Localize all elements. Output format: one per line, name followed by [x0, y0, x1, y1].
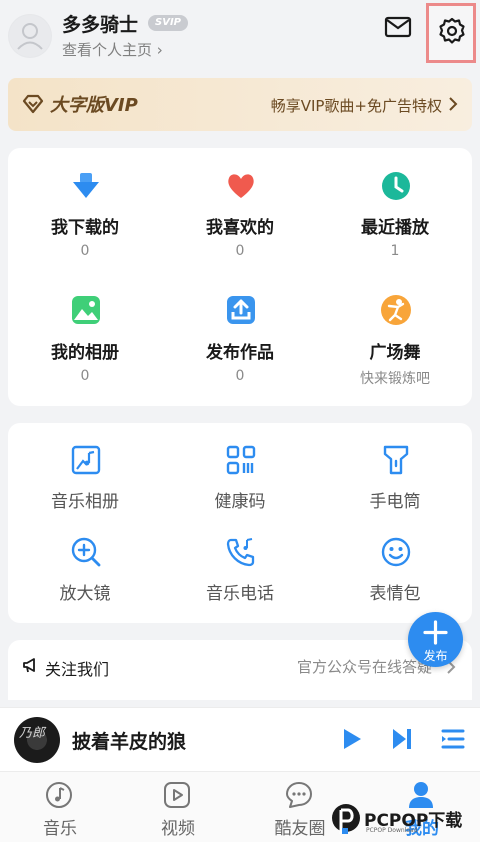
- username[interactable]: 多多骑士: [62, 10, 138, 37]
- publish-fab[interactable]: 发布: [408, 612, 463, 667]
- music-album-icon: [71, 445, 101, 475]
- play-icon[interactable]: [340, 726, 364, 752]
- qr-code-icon: [226, 445, 256, 475]
- tab-label: 音乐: [43, 819, 77, 839]
- tool-label: 音乐电话: [206, 584, 274, 604]
- vip-promo: 畅享VIP歌曲+免广告特权: [270, 97, 442, 115]
- plus-icon: [423, 620, 448, 645]
- next-track-icon[interactable]: [390, 726, 414, 752]
- avatar[interactable]: [8, 14, 52, 58]
- library-count: 0: [235, 243, 245, 259]
- vip-banner[interactable]: 大字版VIP 畅享VIP歌曲+免广告特权: [8, 78, 472, 131]
- mail-button[interactable]: [383, 12, 413, 42]
- library-label: 广场舞: [369, 343, 421, 363]
- library-count: 1: [390, 243, 400, 259]
- settings-button[interactable]: [426, 3, 476, 63]
- library-subtitle: 快来锻炼吧: [360, 371, 430, 387]
- mail-icon: [384, 16, 412, 38]
- library-count: 0: [235, 368, 245, 384]
- library-count: 0: [80, 368, 90, 384]
- upload-icon: [227, 296, 255, 324]
- tool-label: 放大镜: [59, 584, 111, 604]
- magnifier-icon: [71, 537, 101, 567]
- album-cover-text: 乃郎: [19, 726, 46, 741]
- watermark: PCPOP下载 PCPOP Download: [330, 800, 480, 842]
- heart-icon: [228, 174, 254, 198]
- chevron-right-icon: [449, 97, 458, 111]
- follow-us-label: 关注我们: [45, 660, 110, 679]
- library-label: 最近播放: [361, 218, 429, 238]
- video-icon: [164, 782, 190, 808]
- library-label: 我喜欢的: [206, 218, 274, 238]
- library-label: 发布作品: [206, 343, 274, 363]
- gear-icon: [439, 17, 465, 44]
- emoji-icon: [381, 537, 411, 567]
- tool-label: 表情包: [369, 584, 421, 604]
- music-phone-icon: [226, 538, 255, 567]
- music-note-icon: [46, 782, 72, 808]
- tool-label: 健康码: [214, 492, 266, 512]
- diamond-icon: [22, 94, 44, 114]
- library-count: 0: [80, 243, 90, 259]
- library-label: 我下载的: [51, 218, 119, 238]
- song-title[interactable]: 披着羊皮的狼: [72, 727, 186, 754]
- watermark-small: PCPOP Download: [366, 827, 418, 834]
- dancer-icon: [381, 295, 411, 325]
- tab-music[interactable]: 音乐: [0, 772, 120, 842]
- photo-icon: [72, 296, 100, 324]
- follow-us-row[interactable]: 关注我们 官方公众号在线答疑: [8, 640, 472, 700]
- tool-label: 手电筒: [369, 492, 421, 512]
- library-card: 我下载的 0 我喜欢的 0 最近播放 1 我的相册 0 发布作品 0 广场舞 快…: [8, 148, 472, 406]
- library-label: 我的相册: [51, 343, 119, 363]
- mini-player[interactable]: 乃郎 披着羊皮的狼: [0, 707, 480, 771]
- profile-header: 多多骑士 SVIP 查看个人主页 ›: [0, 0, 480, 72]
- clock-icon: [382, 172, 410, 200]
- tools-card: 音乐相册 健康码 手电筒 放大镜 音乐电话 表情包: [8, 423, 472, 623]
- tab-label: 视频: [161, 819, 195, 839]
- download-icon: [73, 173, 99, 198]
- playlist-icon[interactable]: [440, 726, 466, 752]
- chat-bubble-icon: [286, 782, 312, 808]
- pcpop-logo-icon: [332, 804, 360, 834]
- svip-badge: SVIP: [148, 15, 188, 31]
- default-avatar-icon: [9, 15, 51, 57]
- view-profile-link[interactable]: 查看个人主页 ›: [62, 39, 163, 60]
- flashlight-icon: [383, 445, 409, 475]
- tool-label: 音乐相册: [51, 492, 119, 512]
- tab-video[interactable]: 视频: [118, 772, 238, 842]
- publish-label: 发布: [423, 649, 448, 663]
- vip-title: 大字版VIP: [50, 95, 138, 116]
- megaphone-icon: [23, 658, 35, 673]
